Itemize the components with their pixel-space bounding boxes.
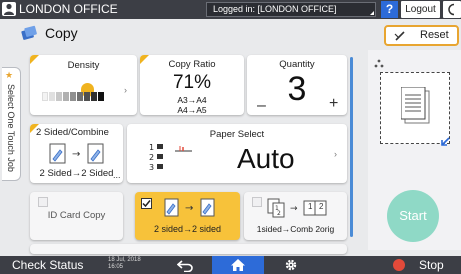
svg-text:→: → [290, 204, 298, 214]
bottom-bar: Check Status 18 Jul, 2018 16:05 Stop [0, 256, 461, 274]
settings-button[interactable] [266, 256, 316, 274]
preset-2sided-label: 2 sided→2 sided [153, 224, 222, 234]
copy-ratio-label: Copy Ratio [168, 59, 216, 70]
stop-icon [393, 259, 405, 271]
copy-ratio-card[interactable]: Copy Ratio 71% A3→A4 A4→A5 [140, 55, 244, 115]
login-status-text: Logged in: [LONDON OFFICE] [213, 4, 337, 14]
preset-checkbox[interactable] [252, 197, 262, 207]
sided-mode-label: 2 Sided→2 Sided [39, 168, 114, 179]
check-status-button[interactable]: Check Status [12, 257, 83, 273]
gear-icon [284, 258, 298, 274]
reset-label: Reset [420, 29, 449, 41]
copy-icon [20, 24, 38, 42]
paper-select-value: Auto [237, 143, 295, 174]
scrollbar[interactable] [350, 57, 353, 237]
ratio-line-1: A3→A4 [177, 95, 207, 105]
logout-button[interactable]: Logout [401, 1, 440, 18]
duplex-to-duplex-icon: → [48, 142, 108, 171]
more-indicator: ... [113, 170, 121, 180]
ratio-line-2: A4→A5 [177, 105, 207, 115]
reset-button[interactable]: Reset [384, 25, 459, 46]
quantity-plus-button[interactable]: + [329, 95, 338, 113]
document-preview-icon [400, 86, 433, 132]
svg-text:3: 3 [149, 163, 154, 172]
density-label: Density [67, 60, 100, 71]
chevron-right-icon: › [124, 85, 127, 95]
back-button[interactable] [160, 256, 210, 274]
date-text: 18 Jul, 2018 [108, 257, 141, 263]
preset-comb-label: 1sided→Comb 2orig [256, 224, 335, 234]
density-card[interactable]: Density › [30, 55, 137, 115]
page-title: Copy [45, 25, 78, 41]
expand-arrow-icon [441, 133, 450, 151]
checked-checkbox-icon[interactable] [141, 196, 152, 214]
preset-1sided-comb[interactable]: 1 2 → 1 2 1sided→Comb 2orig [244, 192, 347, 240]
id-card-copy-label: ID Card Copy [47, 210, 106, 221]
combine-box-1: 1 [308, 202, 313, 211]
preset-2sided-2sided[interactable]: → 2 sided→2 sided [135, 192, 240, 240]
select-one-touch-job-tab[interactable]: ★ Select One Touch Job [2, 67, 21, 181]
sided-combine-label: 2 Sided/Combine [36, 127, 109, 138]
stop-label: Stop [419, 258, 444, 272]
user-icon [2, 2, 16, 16]
next-row-preview [30, 244, 347, 254]
svg-text:2: 2 [149, 153, 154, 162]
preset-checkbox[interactable] [38, 197, 48, 207]
chevron-right-icon: › [334, 149, 337, 159]
home-icon [230, 258, 246, 274]
expand-corner-icon [370, 11, 374, 15]
preview-area[interactable] [380, 72, 450, 146]
side-tab-label: Select One Touch Job [6, 84, 16, 172]
stop-button[interactable]: Stop [384, 256, 461, 274]
quantity-minus-button[interactable]: – [257, 97, 266, 115]
login-status[interactable]: Logged in: [LONDON OFFICE] [206, 2, 376, 17]
reset-icon [394, 30, 406, 41]
home-button[interactable] [212, 256, 264, 274]
svg-text:1: 1 [149, 143, 154, 152]
id-card-copy-preset[interactable]: ID Card Copy [30, 192, 123, 240]
help-button[interactable]: ? [381, 1, 398, 18]
start-button[interactable]: Start [387, 190, 439, 242]
density-scale [42, 92, 105, 101]
back-arrow-icon [176, 259, 193, 274]
svg-text:→: → [185, 203, 193, 214]
copy-ratio-value: 71% [172, 72, 212, 93]
datetime: 18 Jul, 2018 16:05 [108, 257, 141, 271]
sided-combine-card[interactable]: 2 Sided/Combine → 2 Sided→2 Sided ... [30, 124, 123, 183]
star-icon: ★ [5, 70, 14, 80]
office-name: LONDON OFFICE [19, 2, 118, 16]
paper-select-card[interactable]: Paper Select 1 2 3 Auto › [127, 124, 347, 183]
duplex-to-duplex-icon: → [163, 197, 219, 224]
tray-list-icon: 1 2 3 [147, 140, 197, 179]
time-text: 16:05 [108, 264, 124, 270]
top-bar: LONDON OFFICE Logged in: [LONDON OFFICE]… [0, 0, 461, 19]
combine-box-2: 2 [319, 202, 324, 211]
svg-text:2: 2 [277, 210, 281, 217]
quantity-label: Quantity [279, 59, 315, 70]
svg-text:→: → [72, 149, 80, 160]
quantity-card[interactable]: Quantity 3 – + [247, 55, 347, 115]
paper-select-label: Paper Select [209, 129, 265, 140]
power-button[interactable] [443, 1, 461, 18]
